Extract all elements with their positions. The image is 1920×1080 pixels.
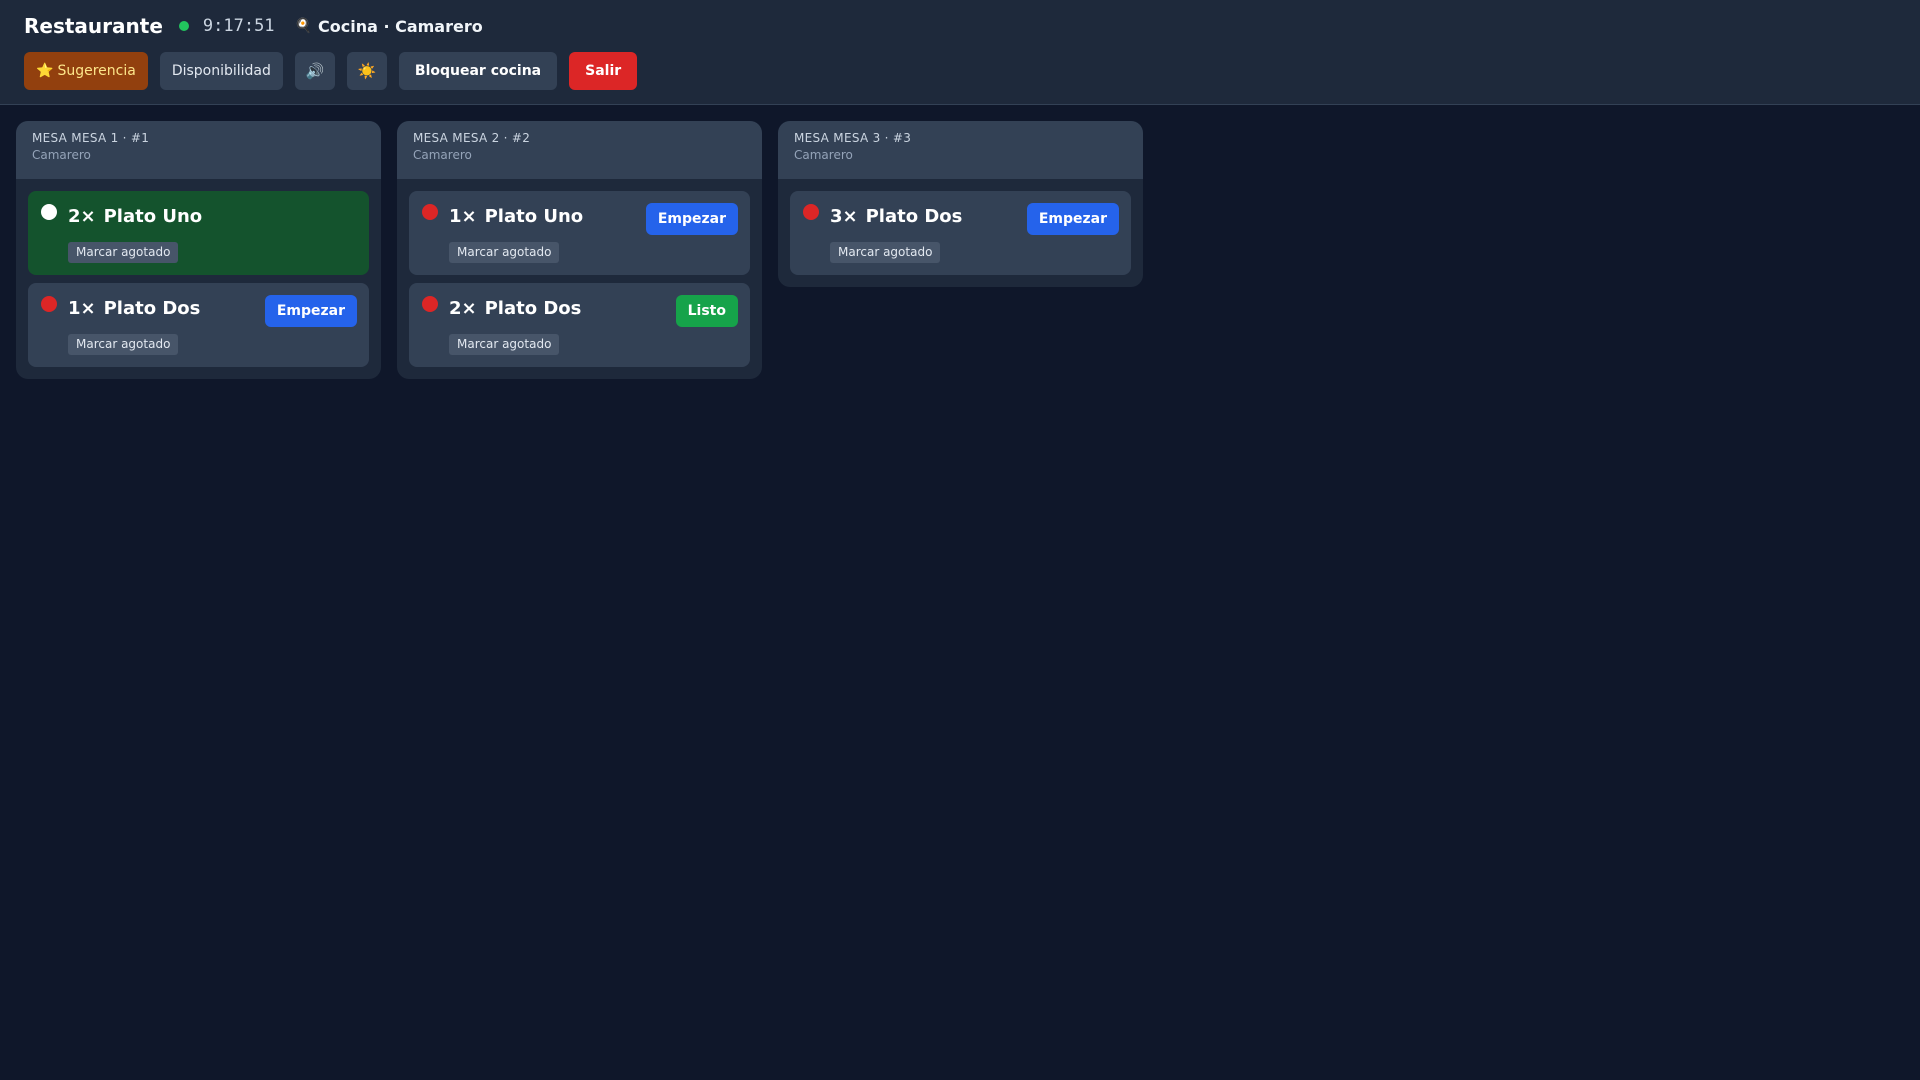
item-status-icon <box>803 204 819 220</box>
item-name: Plato Uno <box>103 206 203 227</box>
order-card: MESA MESA 2 · #2 Camarero 1× Plato Uno Ma… <box>397 121 762 379</box>
mark-sold-out-button[interactable]: Marcar agotado <box>449 242 560 263</box>
item-title: 3× Plato Dos <box>830 206 962 227</box>
order-item: 2× Plato Dos Marcar agotado Listo <box>409 283 750 367</box>
star-icon: ⭐ <box>36 63 54 79</box>
order-item: 1× Plato Uno Marcar agotado Empezar <box>409 191 750 275</box>
start-button[interactable]: Empezar <box>264 295 357 327</box>
order-header: MESA MESA 1 · #1 Camarero <box>16 121 381 179</box>
item-title: 1× Plato Dos <box>68 298 200 319</box>
mark-sold-out-button[interactable]: Marcar agotado <box>68 334 179 355</box>
suggestion-label: Sugerencia <box>57 63 136 79</box>
mark-sold-out-button[interactable]: Marcar agotado <box>449 334 560 355</box>
order-items: 1× Plato Uno Marcar agotado Empezar 2× Pla… <box>397 179 762 379</box>
item-name: Plato Dos <box>484 298 582 319</box>
orders-board: MESA MESA 1 · #1 Camarero 2× Plato Uno Ma… <box>16 121 1143 379</box>
order-header: MESA MESA 2 · #2 Camarero <box>397 121 762 179</box>
suggestion-button[interactable]: ⭐ Sugerencia <box>24 52 148 90</box>
item-quantity: 2× <box>68 206 96 227</box>
toolbar: ⭐ Sugerencia Disponibilidad 🔊 ☀️ Bloquea… <box>24 52 638 90</box>
order-title: MESA MESA 1 · #1 <box>32 131 150 145</box>
frying-pan-icon: 🍳 <box>294 18 312 34</box>
station-label: Cocina · Camarero <box>317 16 483 36</box>
mark-sold-out-button[interactable]: Marcar agotado <box>830 242 941 263</box>
item-status-icon <box>422 204 438 220</box>
order-waiter: Camarero <box>413 148 472 162</box>
title-row: Restaurante 9:17:51 🍳 Cocina · Camarero <box>24 12 483 40</box>
order-item: 2× Plato Uno Marcar agotado <box>28 191 369 275</box>
order-waiter: Camarero <box>32 148 91 162</box>
availability-button[interactable]: Disponibilidad <box>159 52 283 90</box>
top-bar: Restaurante 9:17:51 🍳 Cocina · Camarero … <box>0 0 1920 105</box>
sound-toggle-button[interactable]: 🔊 <box>294 52 335 90</box>
item-quantity: 2× <box>449 298 477 319</box>
order-title: MESA MESA 2 · #2 <box>413 131 531 145</box>
order-header: MESA MESA 3 · #3 Camarero <box>778 121 1143 179</box>
lock-kitchen-button[interactable]: Bloquear cocina <box>398 52 558 90</box>
theme-toggle-button[interactable]: ☀️ <box>346 52 387 90</box>
order-items: 3× Plato Dos Marcar agotado Empezar <box>778 179 1143 287</box>
ready-button[interactable]: Listo <box>675 295 738 327</box>
item-status-icon <box>41 204 57 220</box>
item-title: 1× Plato Uno <box>449 206 583 227</box>
order-card: MESA MESA 1 · #1 Camarero 2× Plato Uno Ma… <box>16 121 381 379</box>
item-quantity: 1× <box>68 298 96 319</box>
station-indicator: 🍳 Cocina · Camarero <box>295 17 483 36</box>
exit-button[interactable]: Salir <box>569 52 638 90</box>
start-button[interactable]: Empezar <box>1026 203 1119 235</box>
order-items: 2× Plato Uno Marcar agotado 1× Plato Dos M… <box>16 179 381 379</box>
speaker-icon: 🔊 <box>305 62 325 80</box>
order-title: MESA MESA 3 · #3 <box>794 131 912 145</box>
mark-sold-out-button[interactable]: Marcar agotado <box>68 242 179 263</box>
item-quantity: 1× <box>449 206 477 227</box>
order-item: 3× Plato Dos Marcar agotado Empezar <box>790 191 1131 275</box>
item-status-icon <box>422 296 438 312</box>
item-quantity: 3× <box>830 206 858 227</box>
order-waiter: Camarero <box>794 148 853 162</box>
app-title: Restaurante <box>24 14 163 38</box>
item-title: 2× Plato Dos <box>449 298 581 319</box>
start-button[interactable]: Empezar <box>645 203 738 235</box>
order-item: 1× Plato Dos Marcar agotado Empezar <box>28 283 369 367</box>
clock: 9:17:51 <box>202 16 275 36</box>
item-name: Plato Dos <box>865 206 963 227</box>
item-name: Plato Uno <box>484 206 584 227</box>
order-card: MESA MESA 3 · #3 Camarero 3× Plato Dos Ma… <box>778 121 1143 287</box>
item-status-icon <box>41 296 57 312</box>
item-name: Plato Dos <box>103 298 201 319</box>
online-status-icon <box>178 21 189 31</box>
item-title: 2× Plato Uno <box>68 206 202 227</box>
sun-icon: ☀️ <box>357 62 377 80</box>
